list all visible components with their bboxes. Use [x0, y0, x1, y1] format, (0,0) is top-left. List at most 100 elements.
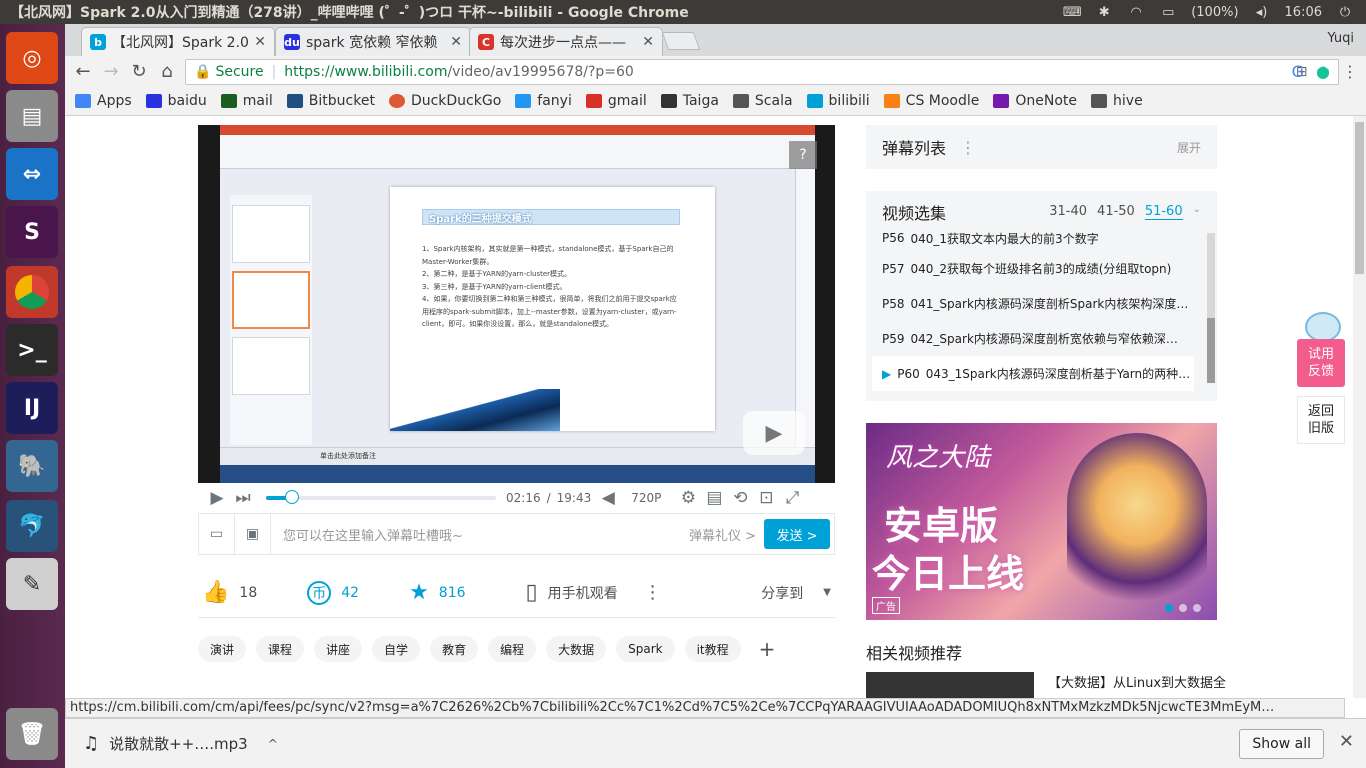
close-icon[interactable]: ✕: [450, 34, 462, 50]
terminal-icon[interactable]: >_: [6, 324, 58, 376]
carousel-dot[interactable]: [1165, 604, 1173, 612]
grammarly-icon[interactable]: ●: [1316, 62, 1330, 81]
google-translate-icon[interactable]: G: [1292, 62, 1304, 81]
wifi-icon[interactable]: ◠: [1127, 5, 1145, 20]
battery-icon[interactable]: ▭: [1159, 5, 1177, 20]
ad-banner[interactable]: 风之大陆 安卓版 今日上线 广告: [866, 423, 1217, 620]
play-overlay-icon[interactable]: ▶: [743, 411, 805, 455]
range-51-60[interactable]: 51-60: [1144, 204, 1183, 220]
bookmark-scala[interactable]: Scala: [732, 93, 793, 109]
next-icon[interactable]: ⏭: [230, 488, 256, 508]
text-editor-icon[interactable]: ✎: [6, 558, 58, 610]
more-icon[interactable]: ⋮: [644, 582, 662, 603]
power-icon[interactable]: ⏻: [1336, 5, 1354, 20]
favorite-button[interactable]: ★ 816: [409, 580, 465, 605]
video-player[interactable]: Spark的三种提交模式 1、Spark内核架构，其实就是第一种模式，stand…: [198, 125, 835, 483]
reload-icon[interactable]: ↻: [125, 57, 153, 85]
slack-icon[interactable]: S: [6, 206, 58, 258]
related-video-thumbnail[interactable]: [866, 672, 1034, 698]
expand-link[interactable]: 展开: [1177, 139, 1201, 156]
teamviewer-icon[interactable]: ⇔: [6, 148, 58, 200]
danmaku-style-icon[interactable]: ▭: [199, 514, 235, 554]
bookmark-taiga[interactable]: Taiga: [660, 93, 719, 109]
carousel-dot[interactable]: [1193, 604, 1201, 612]
tag[interactable]: 课程: [256, 636, 305, 662]
chevron-down-icon[interactable]: ⌄: [1193, 204, 1201, 220]
tag[interactable]: 大数据: [546, 636, 607, 662]
feedback-button[interactable]: 试用 反馈: [1297, 339, 1345, 387]
bookmark-gmail[interactable]: gmail: [585, 93, 647, 109]
bookmark-fanyi[interactable]: fanyi: [515, 93, 572, 109]
progress-bar[interactable]: [266, 490, 496, 504]
bookmark-onenote[interactable]: OneNote: [993, 93, 1077, 109]
tag[interactable]: 演讲: [198, 636, 247, 662]
forward-icon[interactable]: →: [97, 57, 125, 85]
bookmark-mail[interactable]: mail: [220, 93, 273, 109]
related-video-title[interactable]: 【大数据】从Linux到大数据全: [1048, 672, 1226, 691]
bookmark-apps[interactable]: Apps: [75, 93, 132, 109]
like-button[interactable]: 👍 18: [202, 580, 257, 605]
show-all-button[interactable]: Show all: [1239, 729, 1324, 759]
address-bar[interactable]: 🔒 Secure | https://www.bilibili.com /vid…: [185, 59, 1339, 85]
settings-icon[interactable]: ⚙: [675, 488, 701, 508]
postgresql-icon[interactable]: 🐘: [6, 440, 58, 492]
danmaku-etiquette-link[interactable]: 弹幕礼仪 >: [689, 525, 756, 544]
download-item[interactable]: ♫ 说散就散++….mp3 ^: [65, 733, 278, 754]
mysql-workbench-icon[interactable]: 🐬: [6, 500, 58, 552]
tag[interactable]: 自学: [372, 636, 421, 662]
home-icon[interactable]: ⌂: [153, 57, 181, 85]
close-icon[interactable]: ✕: [254, 34, 266, 50]
ubuntu-dash-icon[interactable]: ◎: [6, 32, 58, 84]
files-icon[interactable]: ▤: [6, 90, 58, 142]
tag[interactable]: Spark: [616, 636, 675, 662]
profile-name[interactable]: Yuqi: [1327, 31, 1354, 46]
bookmark-bitbucket[interactable]: Bitbucket: [286, 93, 375, 109]
episode-item[interactable]: P58 041_Spark内核源码深度剖析Spark内核架构深度…: [866, 286, 1194, 321]
danmaku-panel-icon[interactable]: ▣: [235, 514, 271, 554]
episode-scrollbar[interactable]: [1207, 233, 1215, 383]
menu-icon[interactable]: ⋮: [1342, 62, 1358, 81]
bookmark-cs-moodle[interactable]: CS Moodle: [883, 93, 979, 109]
volume-icon[interactable]: ◀: [595, 488, 621, 508]
battery-percent[interactable]: (100%): [1191, 5, 1238, 20]
tag[interactable]: 编程: [488, 636, 537, 662]
chrome-icon[interactable]: [6, 266, 58, 318]
tab-baidu[interactable]: du spark 宽依赖 窄依赖 ✕: [275, 27, 471, 56]
clock[interactable]: 16:06: [1285, 5, 1322, 20]
episode-item-current[interactable]: ▶ P60 043_1Spark内核源码深度剖析基于Yarn的两种…: [872, 356, 1194, 391]
carousel-dot[interactable]: [1179, 604, 1187, 612]
loop-icon[interactable]: ⟲: [727, 488, 753, 508]
send-button[interactable]: 发送 >: [764, 519, 830, 549]
fullscreen-icon[interactable]: ⤢: [779, 488, 805, 508]
tab-bilibili[interactable]: b 【北风网】Spark 2.0 ✕: [81, 27, 275, 56]
tab-csdn[interactable]: C 每次进步一点点—— ✕: [469, 27, 663, 56]
mobile-watch-button[interactable]: ▯ 用手机观看: [526, 580, 618, 605]
back-icon[interactable]: ←: [69, 57, 97, 85]
danmaku-input[interactable]: 您可以在这里输入弹幕吐槽哦~: [271, 525, 689, 544]
new-tab-button[interactable]: [661, 32, 701, 50]
more-icon[interactable]: ⋮: [960, 138, 976, 157]
old-version-button[interactable]: 返回 旧版: [1297, 396, 1345, 444]
widescreen-icon[interactable]: ⊡: [753, 488, 779, 508]
range-41-50[interactable]: 41-50: [1097, 204, 1135, 220]
bookmark-baidu[interactable]: baidu: [145, 93, 207, 109]
tag[interactable]: 讲座: [314, 636, 363, 662]
episode-item[interactable]: P59 042_Spark内核源码深度剖析宽依赖与窄依赖深…: [866, 321, 1194, 356]
volume-icon[interactable]: ◂): [1253, 5, 1271, 20]
danmaku-toggle-icon[interactable]: ▤: [701, 488, 727, 508]
settings-icon[interactable]: ✱: [1095, 5, 1113, 20]
trash-icon[interactable]: 🗑: [6, 708, 58, 760]
add-tag-icon[interactable]: +: [751, 637, 784, 661]
share-button[interactable]: 分享到 ▼: [761, 583, 831, 603]
play-icon[interactable]: ▶: [204, 488, 230, 508]
episode-item[interactable]: P56 040_1获取文本内最大的前3个数字: [866, 225, 1194, 251]
intellij-icon[interactable]: IJ: [6, 382, 58, 434]
keyboard-icon[interactable]: ⌨: [1063, 5, 1082, 20]
bookmark-hive[interactable]: hive: [1091, 93, 1143, 109]
range-31-40[interactable]: 31-40: [1049, 204, 1087, 220]
tag[interactable]: 教育: [430, 636, 479, 662]
page-scrollbar[interactable]: [1353, 116, 1366, 698]
coin-button[interactable]: 币 42: [307, 580, 359, 605]
bookmark-bilibili[interactable]: bilibili: [806, 93, 870, 109]
bookmark-duckduckgo[interactable]: DuckDuckGo: [388, 93, 501, 109]
